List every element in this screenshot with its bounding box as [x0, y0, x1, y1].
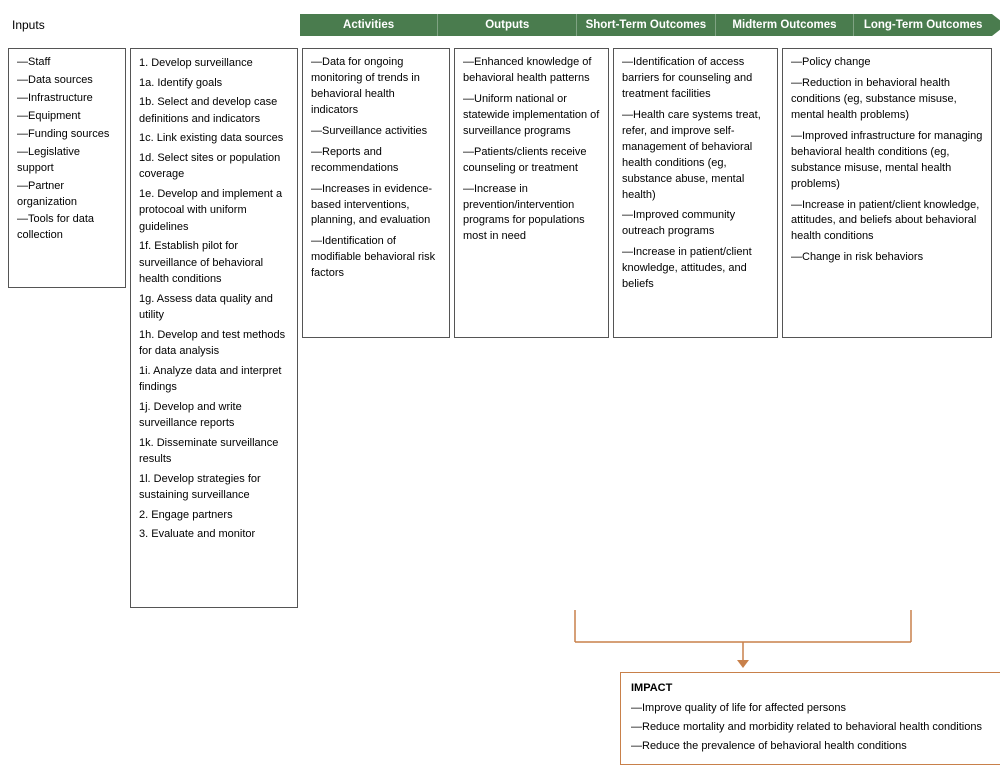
arrow-container: Activities Outputs Short-Term Outcomes M…: [300, 8, 992, 42]
inputs-item-4: —Equipment: [17, 109, 117, 125]
mid-2: —Health care systems treat, refer, and i…: [622, 108, 769, 204]
short-4: —Increase in prevention/intervention pro…: [463, 182, 600, 246]
activities-header: Activities: [300, 14, 439, 36]
midterm-column: —Identification of access barriers for c…: [613, 48, 778, 338]
impact-item-3: —Reduce the prevalence of behavioral hea…: [631, 738, 1000, 755]
inputs-header-label: Inputs: [12, 18, 45, 32]
header-inputs: Inputs: [8, 8, 296, 42]
act-1a: 1a. Identify goals: [139, 75, 289, 92]
act-3: 3. Evaluate and monitor: [139, 526, 289, 543]
act-1d: 1d. Select sites or population coverage: [139, 150, 289, 183]
inputs-item-1: —Staff: [17, 55, 117, 71]
act-1b: 1b. Select and develop case definitions …: [139, 94, 289, 127]
short-1: —Enhanced knowledge of behavioral health…: [463, 55, 600, 87]
impact-title: IMPACT: [631, 680, 1000, 697]
short-2: —Uniform national or statewide implement…: [463, 92, 600, 140]
impact-section: IMPACT —Improve quality of life for affe…: [8, 612, 992, 765]
act-1: 1. Develop surveillance: [139, 55, 289, 72]
act-1c: 1c. Link existing data sources: [139, 130, 289, 147]
act-1f: 1f. Establish pilot for surveillance of …: [139, 238, 289, 288]
out-2: —Surveillance activities: [311, 124, 441, 140]
header-row: Inputs Activities Outputs Short-Term Out…: [8, 8, 992, 42]
outputs-column: —Data for ongoing monitoring of trends i…: [302, 48, 450, 338]
page: Inputs Activities Outputs Short-Term Out…: [0, 0, 1000, 773]
outputs-box: —Data for ongoing monitoring of trends i…: [302, 48, 450, 338]
long-2: —Reduction in behavioral health conditio…: [791, 76, 983, 124]
act-1j: 1j. Develop and write surveillance repor…: [139, 399, 289, 432]
long-5: —Change in risk behaviors: [791, 250, 983, 266]
act-1e: 1e. Develop and implement a protocoal wi…: [139, 186, 289, 236]
longterm-box: —Policy change —Reduction in behavioral …: [782, 48, 992, 338]
arrow-tip: [992, 14, 1000, 36]
inputs-item-8: —Tools for data collection: [17, 212, 117, 244]
short-outcomes-column: —Enhanced knowledge of behavioral health…: [454, 48, 609, 338]
content-row: —Staff —Data sources —Infrastructure —Eq…: [8, 48, 992, 608]
long-1: —Policy change: [791, 55, 983, 71]
short-outcomes-header: Short-Term Outcomes: [577, 14, 716, 36]
act-1g: 1g. Assess data quality and utility: [139, 291, 289, 324]
inputs-item-7: —Partner organization: [17, 179, 117, 211]
mid-1: —Identification of access barriers for c…: [622, 55, 769, 103]
act-1h: 1h. Develop and test methods for data an…: [139, 327, 289, 360]
longterm-header: Long-Term Outcomes: [854, 14, 992, 36]
act-1i: 1i. Analyze data and interpret findings: [139, 363, 289, 396]
out-4: —Increases in evidence-based interventio…: [311, 182, 441, 230]
out-5: —Identification of modifiable behavioral…: [311, 234, 441, 282]
impact-box: IMPACT —Improve quality of life for affe…: [620, 672, 1000, 765]
inputs-item-6: —Legislative support: [17, 145, 117, 177]
mid-3: —Improved community outreach programs: [622, 208, 769, 240]
outputs-header: Outputs: [438, 14, 577, 36]
inputs-item-3: —Infrastructure: [17, 91, 117, 107]
impact-item-1: —Improve quality of life for affected pe…: [631, 700, 1000, 717]
activities-column: 1. Develop surveillance 1a. Identify goa…: [130, 48, 298, 608]
longterm-column: —Policy change —Reduction in behavioral …: [782, 48, 992, 338]
impact-item-2: —Reduce mortality and morbidity related …: [631, 719, 1000, 736]
activities-box: 1. Develop surveillance 1a. Identify goa…: [130, 48, 298, 608]
short-3: —Patients/clients receive counseling or …: [463, 145, 600, 177]
inputs-item-2: —Data sources: [17, 73, 117, 89]
midterm-box: —Identification of access barriers for c…: [613, 48, 778, 338]
long-3: —Improved infrastructure for managing be…: [791, 129, 983, 193]
act-2: 2. Engage partners: [139, 507, 289, 524]
short-outcomes-box: —Enhanced knowledge of behavioral health…: [454, 48, 609, 338]
long-4: —Increase in patient/client knowledge, a…: [791, 198, 983, 246]
arrow-bar: Activities Outputs Short-Term Outcomes M…: [300, 14, 992, 36]
inputs-item-5: —Funding sources: [17, 127, 117, 143]
act-1l: 1l. Develop strategies for sustaining su…: [139, 471, 289, 504]
out-3: —Reports and recommendations: [311, 145, 441, 177]
midterm-header: Midterm Outcomes: [716, 14, 855, 36]
inputs-box: —Staff —Data sources —Infrastructure —Eq…: [8, 48, 126, 288]
inputs-column: —Staff —Data sources —Infrastructure —Eq…: [8, 48, 126, 288]
mid-4: —Increase in patient/client knowledge, a…: [622, 245, 769, 293]
act-1k: 1k. Disseminate surveillance results: [139, 435, 289, 468]
out-1: —Data for ongoing monitoring of trends i…: [311, 55, 441, 119]
lower-section: IMPACT —Improve quality of life for affe…: [8, 612, 992, 765]
